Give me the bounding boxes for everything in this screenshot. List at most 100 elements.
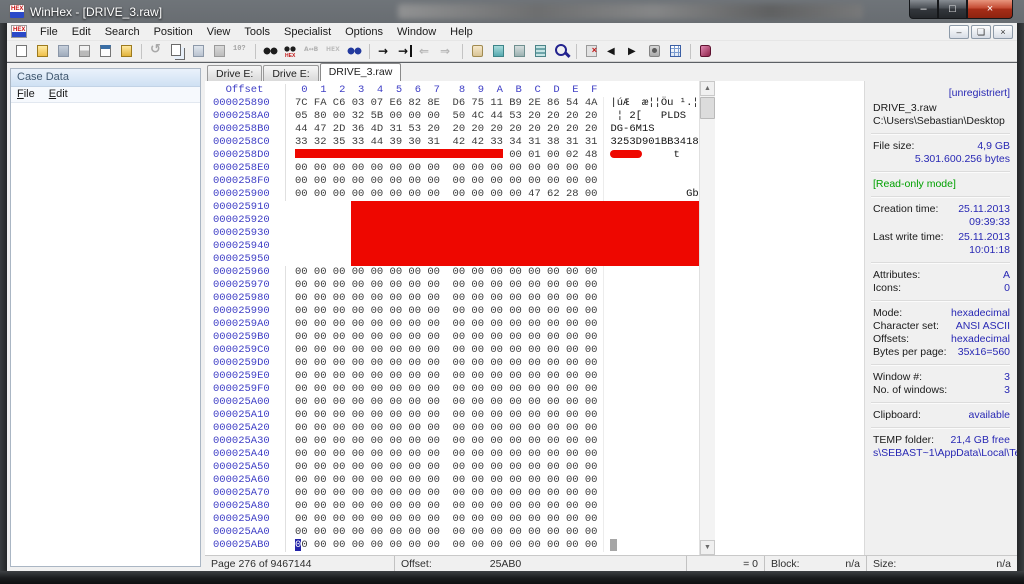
menu-edit[interactable]: Edit xyxy=(65,24,98,40)
hex-row[interactable]: 000025AA000 00 00 00 00 00 00 00 00 00 0… xyxy=(205,526,699,539)
hex-row[interactable]: 00002596000 00 00 00 00 00 00 00 00 00 0… xyxy=(205,266,699,279)
paste-icon[interactable] xyxy=(190,43,207,59)
menu-file[interactable]: File xyxy=(33,24,65,40)
hex-row[interactable]: 000025A6000 00 00 00 00 00 00 00 00 00 0… xyxy=(205,474,699,487)
help-icon[interactable] xyxy=(697,43,714,59)
hex-row[interactable]: 000025930 xyxy=(205,227,699,240)
menu-search[interactable]: Search xyxy=(98,24,147,40)
find-next-icon[interactable] xyxy=(346,43,363,59)
tab-drive-e-[interactable]: Drive E: xyxy=(263,65,318,81)
hex-offset: 000025AB0 xyxy=(205,539,275,552)
hex-row[interactable]: 000025A8000 00 00 00 00 00 00 00 00 00 0… xyxy=(205,500,699,513)
menu-options[interactable]: Options xyxy=(338,24,390,40)
scroll-down-button[interactable]: ▼ xyxy=(700,540,715,555)
next-window-icon[interactable] xyxy=(625,43,642,59)
scroll-up-button[interactable]: ▲ xyxy=(700,81,715,96)
hex-row[interactable]: 000025AB000 00 00 00 00 00 00 00 00 00 0… xyxy=(205,539,699,552)
hex-row[interactable]: 0000258F000 00 00 00 00 00 00 00 00 00 0… xyxy=(205,175,699,188)
prev-window-icon[interactable] xyxy=(604,43,621,59)
forward-icon[interactable] xyxy=(439,43,456,59)
hex-editor[interactable]: Offset 0 1 2 3 4 5 6 7 8 9 A B C D E F00… xyxy=(205,81,699,555)
hex-row[interactable]: 0000259B000 00 00 00 00 00 00 00 00 00 0… xyxy=(205,331,699,344)
title-bar[interactable]: WinHex - [DRIVE_3.raw] – □ × xyxy=(0,0,1024,23)
mdi-minimize-button[interactable]: – xyxy=(949,25,969,39)
magnifier-icon[interactable] xyxy=(553,43,570,59)
binary-convert-icon[interactable] xyxy=(232,43,249,59)
hex-row[interactable]: 000025A3000 00 00 00 00 00 00 00 00 00 0… xyxy=(205,435,699,448)
open-folder-icon[interactable] xyxy=(118,43,135,59)
maximize-button[interactable]: □ xyxy=(938,0,967,19)
minimize-button[interactable]: – xyxy=(909,0,938,19)
mdi-close-button[interactable]: × xyxy=(993,25,1013,39)
hex-row[interactable]: 0000258C033 32 35 33 44 39 30 31 42 42 3… xyxy=(205,136,699,149)
network-drives-icon[interactable] xyxy=(490,43,507,59)
hex-row[interactable]: 0000259C000 00 00 00 00 00 00 00 00 00 0… xyxy=(205,344,699,357)
hex-row[interactable]: 0000259A000 00 00 00 00 00 00 00 00 00 0… xyxy=(205,318,699,331)
clipboard-paste-icon[interactable] xyxy=(211,43,228,59)
tab-drive-e-[interactable]: Drive E: xyxy=(207,65,262,81)
hex-row[interactable]: 0000259E000 00 00 00 00 00 00 00 00 00 0… xyxy=(205,370,699,383)
vertical-scrollbar[interactable]: ▲ ▼ xyxy=(699,81,715,555)
case-data-panel: Case Data FileEdit xyxy=(7,63,205,571)
hex-row[interactable]: 000025A5000 00 00 00 00 00 00 00 00 00 0… xyxy=(205,461,699,474)
case-menu-edit[interactable]: Edit xyxy=(49,88,68,101)
hex-row[interactable]: 0000259F000 00 00 00 00 00 00 00 00 00 0… xyxy=(205,383,699,396)
hex-row[interactable]: 000025A1000 00 00 00 00 00 00 00 00 00 0… xyxy=(205,409,699,422)
hex-row[interactable]: 000025A7000 00 00 00 00 00 00 00 00 00 0… xyxy=(205,487,699,500)
hex-row[interactable]: 000025A4000 00 00 00 00 00 00 00 00 00 0… xyxy=(205,448,699,461)
open-disk-icon[interactable] xyxy=(469,43,486,59)
hex-row[interactable]: 0000258A005 80 00 32 5B 00 00 00 50 4C 4… xyxy=(205,110,699,123)
info-value: 3 xyxy=(922,371,1010,384)
scrollbar-thumb[interactable] xyxy=(700,97,715,119)
ascii-text xyxy=(603,305,699,318)
hex-row[interactable]: 000025A9000 00 00 00 00 00 00 00 00 00 0… xyxy=(205,513,699,526)
menu-window[interactable]: Window xyxy=(390,24,443,40)
hex-row[interactable]: 0000258B044 47 2D 36 4D 31 53 20 20 20 2… xyxy=(205,123,699,136)
hex-row[interactable]: 000025A0000 00 00 00 00 00 00 00 00 00 0… xyxy=(205,396,699,409)
case-data-body[interactable] xyxy=(11,103,200,566)
calculator-icon[interactable] xyxy=(532,43,549,59)
new-file-icon[interactable] xyxy=(13,43,30,59)
hex-row[interactable]: 000025920 xyxy=(205,214,699,227)
hex-row[interactable]: 00002590000 00 00 00 00 00 00 00 00 00 0… xyxy=(205,188,699,201)
hex-row[interactable]: 0000258E000 00 00 00 00 00 00 00 00 00 0… xyxy=(205,162,699,175)
print-icon[interactable] xyxy=(76,43,93,59)
menu-specialist[interactable]: Specialist xyxy=(277,24,338,40)
undo-icon[interactable] xyxy=(148,43,165,59)
back-icon[interactable] xyxy=(418,43,435,59)
goto-position-icon[interactable] xyxy=(376,43,393,59)
tab-drive-3-raw[interactable]: DRIVE_3.raw xyxy=(320,63,402,81)
menu-position[interactable]: Position xyxy=(147,24,200,40)
find-hex-icon[interactable] xyxy=(283,43,300,59)
ascii-text: DG-6M1S xyxy=(603,123,699,136)
mdi-restore-button[interactable]: ❏ xyxy=(971,25,991,39)
screenshot-icon[interactable] xyxy=(646,43,663,59)
hex-row[interactable]: 00002597000 00 00 00 00 00 00 00 00 00 0… xyxy=(205,279,699,292)
goto-offset-icon[interactable] xyxy=(397,43,414,59)
hex-row[interactable]: 000025A2000 00 00 00 00 00 00 00 00 00 0… xyxy=(205,422,699,435)
hex-row[interactable]: 0000258907C FA C6 03 07 E6 82 8E D6 75 1… xyxy=(205,97,699,110)
hex-row[interactable]: 00002599000 00 00 00 00 00 00 00 00 00 0… xyxy=(205,305,699,318)
redaction-bar xyxy=(351,253,699,266)
close-button[interactable]: × xyxy=(967,0,1013,19)
template-icon[interactable] xyxy=(583,43,600,59)
menu-view[interactable]: View xyxy=(200,24,238,40)
hex-row[interactable]: 000025910 xyxy=(205,201,699,214)
hex-row[interactable]: 000025950 xyxy=(205,253,699,266)
menu-tools[interactable]: Tools xyxy=(237,24,277,40)
copy-icon[interactable] xyxy=(169,43,186,59)
replace-text-icon[interactable] xyxy=(304,43,321,59)
save-icon[interactable] xyxy=(55,43,72,59)
hex-row[interactable]: 000025940 xyxy=(205,240,699,253)
find-text-icon[interactable] xyxy=(262,43,279,59)
case-menu-file[interactable]: File xyxy=(17,88,35,101)
menu-help[interactable]: Help xyxy=(443,24,480,40)
data-interpreter-icon[interactable] xyxy=(667,43,684,59)
replace-hex-icon[interactable] xyxy=(325,43,342,59)
hex-row[interactable]: 0000259D000 00 00 00 00 00 00 00 00 00 0… xyxy=(205,357,699,370)
ram-editor-icon[interactable] xyxy=(511,43,528,59)
properties-icon[interactable] xyxy=(97,43,114,59)
open-file-icon[interactable] xyxy=(34,43,51,59)
hex-row[interactable]: 00002598000 00 00 00 00 00 00 00 00 00 0… xyxy=(205,292,699,305)
hex-row[interactable]: 0000258D0 00 01 00 02 48 t H xyxy=(205,149,699,162)
